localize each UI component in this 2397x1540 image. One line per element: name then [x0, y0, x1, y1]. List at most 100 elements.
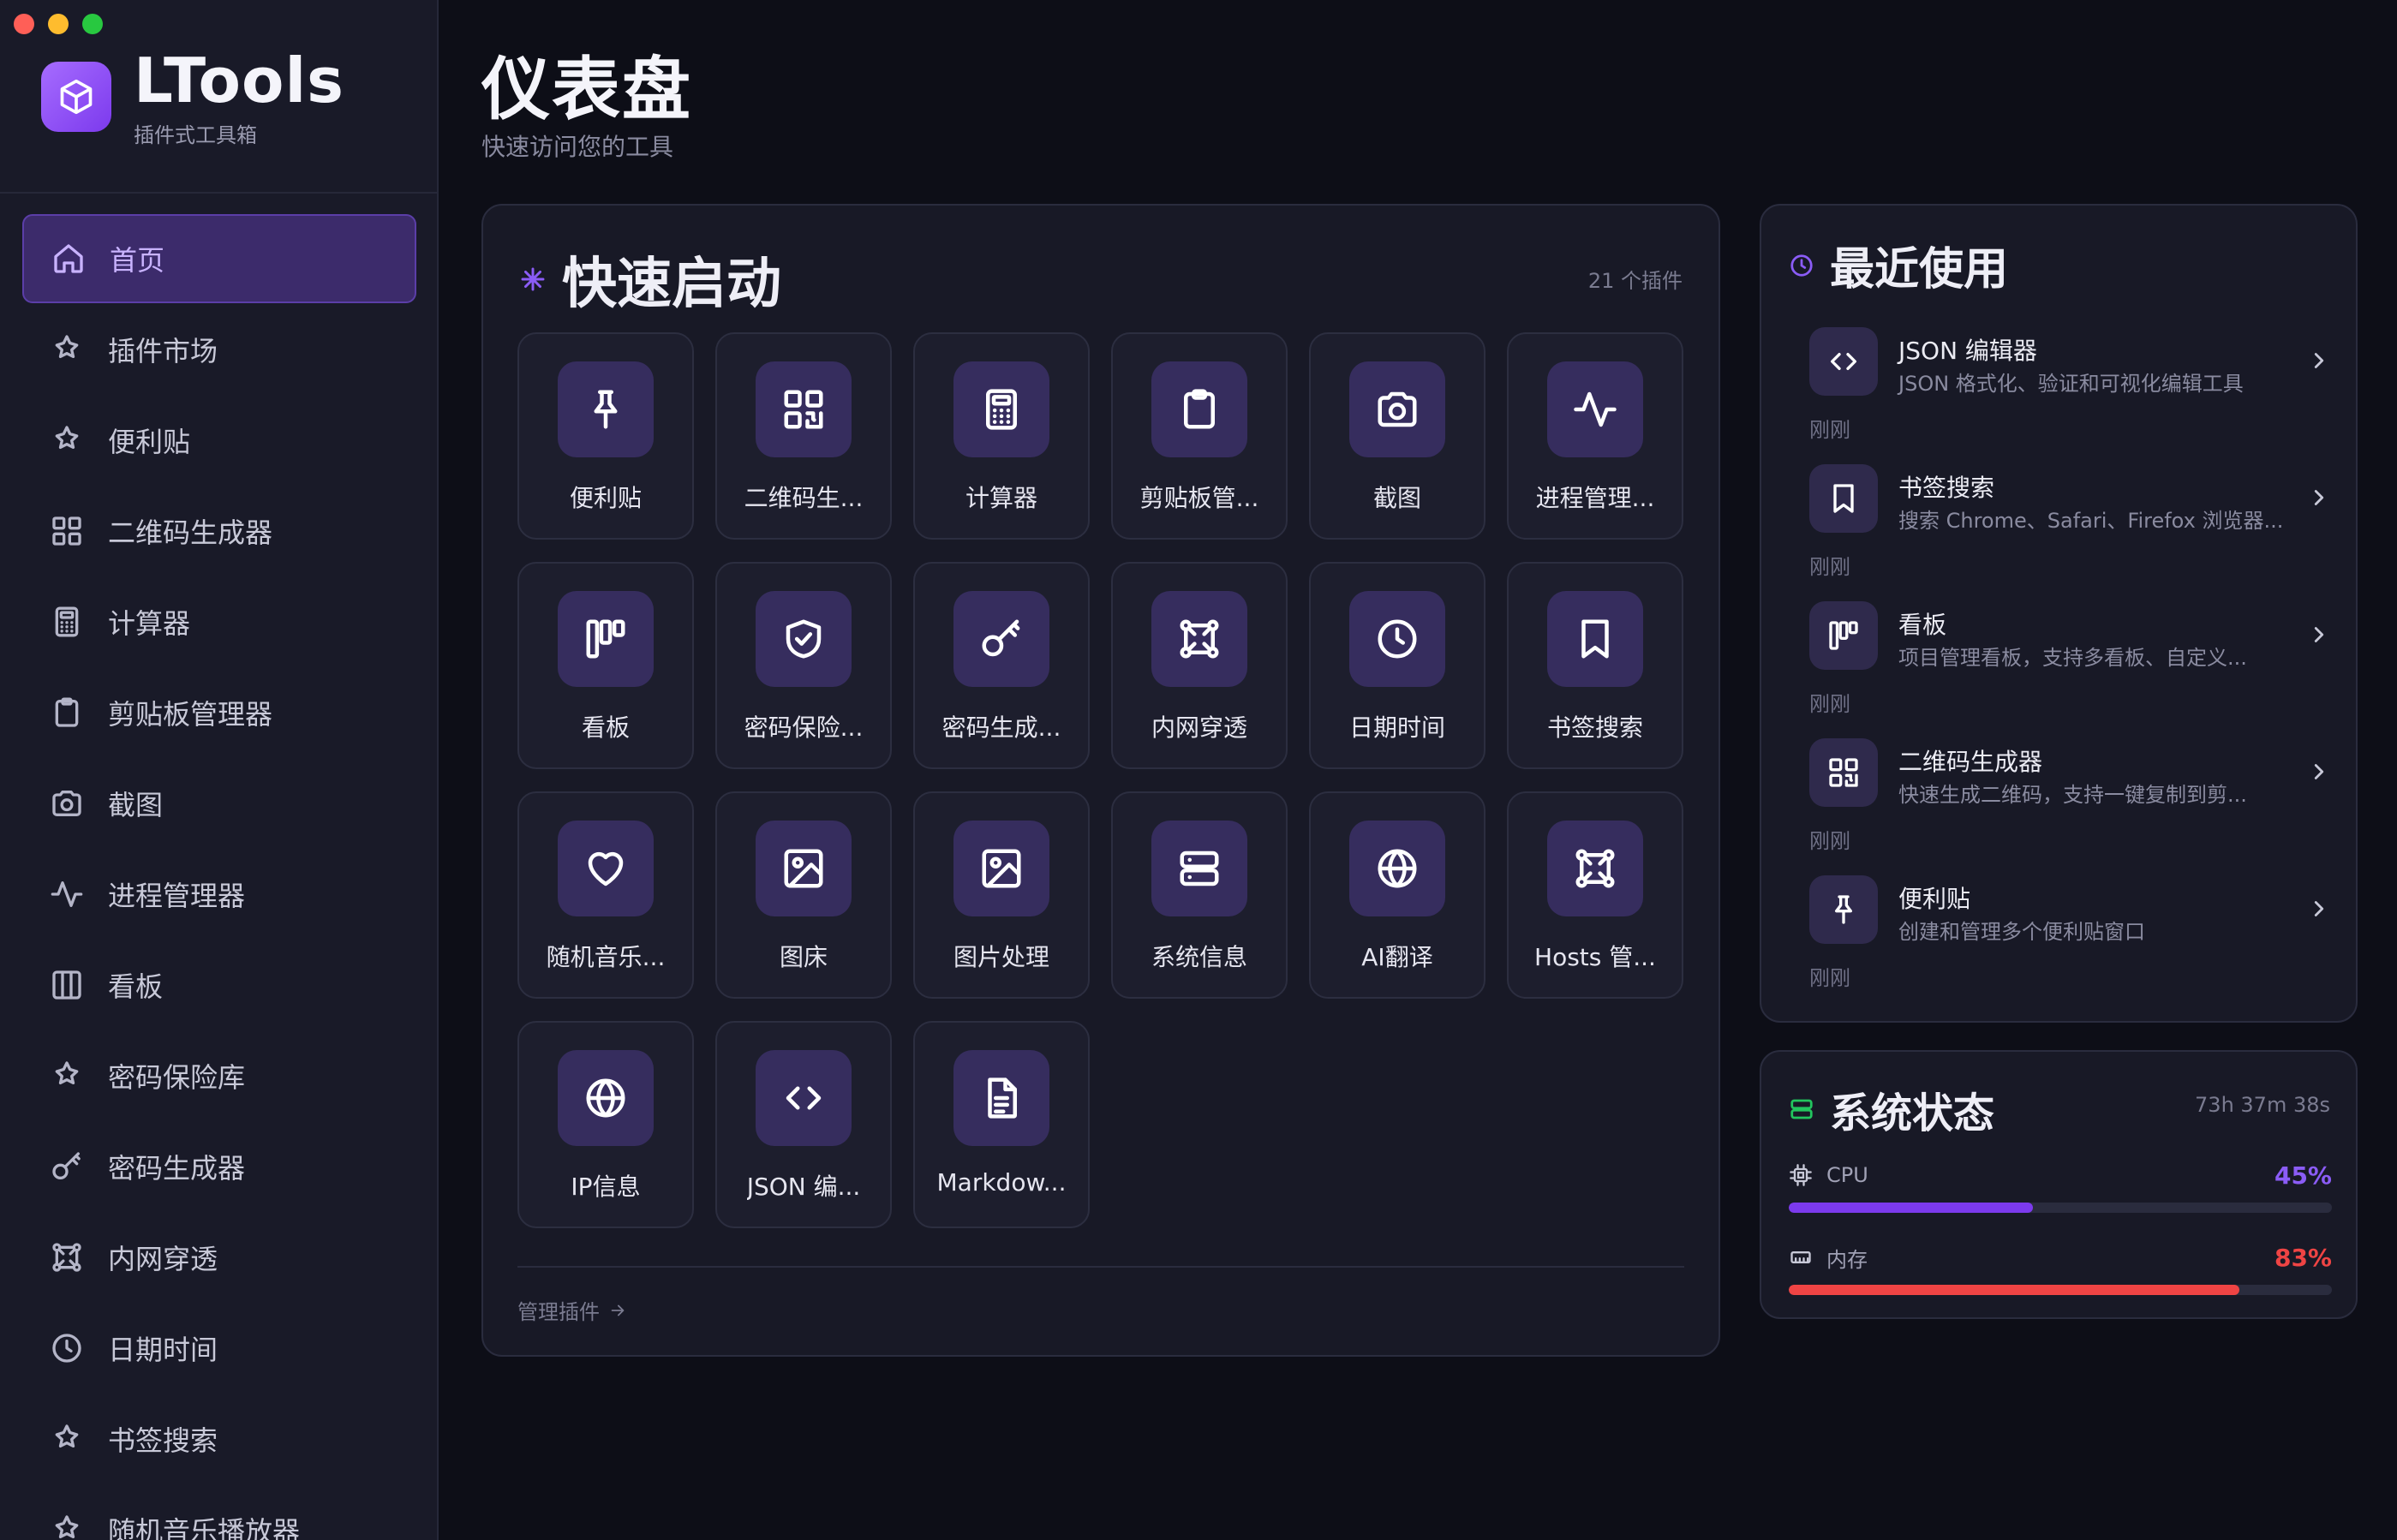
clipboard-icon	[48, 694, 86, 731]
plugin-tile[interactable]: 图床	[715, 791, 892, 999]
plugin-tile-label: 二维码生...	[744, 484, 864, 512]
sidebar-item-11[interactable]: 内网穿透	[22, 1213, 416, 1302]
window-controls	[14, 14, 103, 34]
sidebar-item-5[interactable]: 剪贴板管理器	[22, 668, 416, 757]
plugin-tile-label: 密码保险...	[744, 713, 864, 742]
cpu-bar-fill	[1789, 1203, 2034, 1213]
cpu-value: 45%	[2274, 1161, 2332, 1190]
sidebar-item-8[interactable]: 看板	[22, 940, 416, 1030]
image-icon	[756, 821, 852, 916]
recent-item[interactable]: JSON 编辑器 JSON 格式化、验证和可视化编辑工具 刚刚	[1809, 327, 2349, 464]
plugin-tile[interactable]: 计算器	[913, 332, 1090, 540]
recent-item[interactable]: 看板 项目管理看板，支持多看板、自定义... 刚刚	[1809, 601, 2349, 738]
recent-item-desc: 快速生成二维码，支持一键复制到剪...	[1898, 783, 2247, 807]
minimize-window-button[interactable]	[48, 14, 69, 34]
recent-item[interactable]: 便利贴 创建和管理多个便利贴窗口 刚刚	[1809, 875, 2349, 1012]
kanban-icon	[1809, 601, 1878, 670]
sidebar-item-4[interactable]: 计算器	[22, 577, 416, 666]
sidebar-item-9[interactable]: 密码保险库	[22, 1031, 416, 1120]
page-subtitle: 快速访问您的工具	[481, 133, 674, 161]
plugin-tile[interactable]: 二维码生...	[715, 332, 892, 540]
puzzle-icon	[48, 331, 86, 368]
plugin-tile[interactable]: 图片处理	[913, 791, 1090, 999]
app-subtitle: 插件式工具箱	[134, 123, 257, 147]
manage-plugins-link[interactable]: 管理插件	[517, 1295, 627, 1325]
cube-icon	[41, 62, 111, 132]
globe-icon	[1349, 821, 1445, 916]
recent-title: 最近使用	[1830, 244, 2009, 295]
cpu-metric: CPU 45%	[1789, 1160, 2332, 1213]
plugin-tile-label: 书签搜索	[1546, 713, 1643, 742]
home-icon	[50, 240, 87, 278]
quick-launch-card: 快速启动 21 个插件 便利贴 二维码生... 计算器 剪贴板管... 截图 进程管理..…	[481, 204, 1720, 1357]
plugin-tile[interactable]: 看板	[517, 562, 694, 769]
memory-bar-fill	[1789, 1285, 2240, 1295]
recent-item-title: 便利贴	[1898, 885, 1971, 913]
puzzle-icon	[48, 1057, 86, 1095]
sidebar-item-0[interactable]: 首页	[22, 214, 416, 303]
plugin-tile-label: JSON 编...	[746, 1173, 861, 1201]
plugin-tile-label: AI翻译	[1361, 943, 1433, 971]
sidebar-item-6[interactable]: 截图	[22, 759, 416, 848]
memory-bar	[1789, 1285, 2332, 1295]
recent-item-time: 刚刚	[1809, 829, 1850, 853]
grid-icon	[48, 512, 86, 550]
plugin-tile[interactable]: 书签搜索	[1507, 562, 1683, 769]
sidebar-item-14[interactable]: 随机音乐播放器	[22, 1485, 416, 1540]
plugin-tile[interactable]: 日期时间	[1309, 562, 1485, 769]
plugin-tile-label: 日期时间	[1348, 713, 1445, 742]
plugin-tile[interactable]: 密码生成...	[913, 562, 1090, 769]
close-window-button[interactable]	[14, 14, 34, 34]
cpu-label: CPU	[1826, 1163, 1868, 1187]
plugin-tile[interactable]: 内网穿透	[1111, 562, 1288, 769]
brand: LTools 插件式工具箱	[41, 45, 344, 148]
plugin-tile-label: Hosts 管...	[1534, 943, 1656, 971]
recent-item-time: 刚刚	[1809, 555, 1850, 579]
plugin-tile[interactable]: 便利贴	[517, 332, 694, 540]
plugin-tile-label: 截图	[1372, 484, 1421, 512]
sidebar-item-label: 首页	[110, 244, 165, 277]
qrcode-icon	[756, 361, 852, 457]
recent-item[interactable]: 二维码生成器快速生成二维码，支持一键复制到剪... 刚刚	[1809, 738, 2349, 875]
code-icon	[1809, 327, 1878, 396]
zoom-window-button[interactable]	[82, 14, 103, 34]
sidebar-item-2[interactable]: 便利贴	[22, 396, 416, 485]
plugin-tile[interactable]: AI翻译	[1309, 791, 1485, 999]
sidebar-divider	[0, 192, 437, 194]
plugin-tile-label: 随机音乐...	[546, 943, 666, 971]
plugin-tile[interactable]: 进程管理...	[1507, 332, 1683, 540]
plugin-tile[interactable]: Hosts 管...	[1507, 791, 1683, 999]
plugin-tile-label: 进程管理...	[1535, 484, 1655, 512]
recent-item-title: 看板	[1898, 611, 1947, 639]
plugin-tile[interactable]: 密码保险...	[715, 562, 892, 769]
recent-item-time: 刚刚	[1809, 966, 1850, 990]
sidebar-item-label: 进程管理器	[108, 880, 246, 912]
plugin-tile[interactable]: 系统信息	[1111, 791, 1288, 999]
plugin-tile[interactable]: JSON 编...	[715, 1021, 892, 1228]
sidebar-item-12[interactable]: 日期时间	[22, 1304, 416, 1393]
network-icon	[1547, 821, 1643, 916]
pin-icon	[1809, 875, 1878, 944]
plugin-tile[interactable]: 随机音乐...	[517, 791, 694, 999]
sidebar-item-13[interactable]: 书签搜索	[22, 1394, 416, 1483]
chevron-right-icon	[2306, 896, 2332, 922]
plugin-tile[interactable]: 截图	[1309, 332, 1485, 540]
plugin-tile[interactable]: Markdow...	[913, 1021, 1090, 1228]
plugin-tile[interactable]: 剪贴板管...	[1111, 332, 1288, 540]
sidebar-item-1[interactable]: 插件市场	[22, 305, 416, 394]
kanban-icon	[558, 591, 654, 687]
sidebar-item-3[interactable]: 二维码生成器	[22, 486, 416, 576]
plugin-tile[interactable]: IP信息	[517, 1021, 694, 1228]
recent-list: JSON 编辑器 JSON 格式化、验证和可视化编辑工具 刚刚 书签搜索 搜索 Chro…	[1809, 327, 2349, 1012]
sidebar-item-label: 密码生成器	[108, 1152, 246, 1185]
sidebar-item-label: 内网穿透	[108, 1243, 218, 1275]
recent-item[interactable]: 书签搜索 搜索 Chrome、Safari、Firefox 浏览器... 刚刚	[1809, 464, 2349, 601]
columns-icon	[48, 966, 86, 1004]
quick-divider	[517, 1266, 1684, 1268]
sidebar-item-7[interactable]: 进程管理器	[22, 850, 416, 939]
chevron-right-icon	[2306, 485, 2332, 510]
recent-item-title: 二维码生成器	[1898, 748, 2043, 776]
sidebar-item-10[interactable]: 密码生成器	[22, 1122, 416, 1211]
recent-item-desc: JSON 格式化、验证和可视化编辑工具	[1898, 372, 2244, 396]
plugin-tile-label: 剪贴板管...	[1139, 484, 1259, 512]
